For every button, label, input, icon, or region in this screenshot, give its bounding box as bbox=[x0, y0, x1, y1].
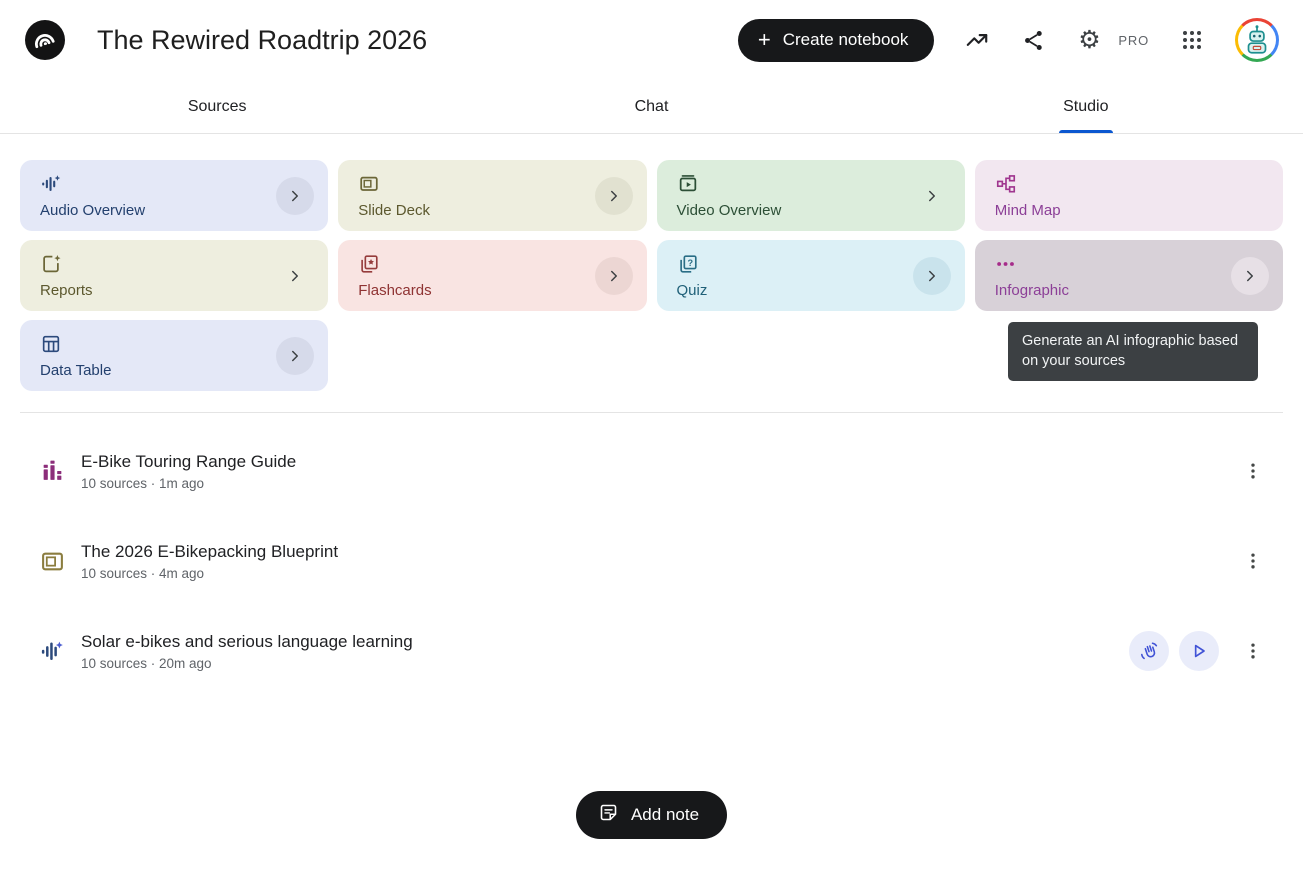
mind-map-icon bbox=[995, 173, 1061, 200]
main-tabs: Sources Chat Studio bbox=[0, 80, 1303, 134]
notebooklm-logo-icon[interactable] bbox=[25, 20, 65, 60]
note-icon bbox=[598, 802, 619, 828]
artifact-title[interactable]: E-Bike Touring Range Guide bbox=[81, 452, 296, 472]
artifact-meta: 10 sources · 4m ago bbox=[81, 566, 338, 581]
top-bar: The Rewired Roadtrip 2026 + Create noteb… bbox=[0, 0, 1303, 80]
bar-chart-icon bbox=[40, 459, 66, 484]
card-slide-deck[interactable]: Slide Deck bbox=[338, 160, 646, 231]
list-item-audio-overview[interactable]: Solar e-bikes and serious language learn… bbox=[40, 606, 1265, 696]
artifact-title[interactable]: Solar e-bikes and serious language learn… bbox=[81, 632, 413, 652]
play-icon[interactable] bbox=[1179, 631, 1219, 671]
card-audio-overview[interactable]: Audio Overview bbox=[20, 160, 328, 231]
notebook-title[interactable]: The Rewired Roadtrip 2026 bbox=[97, 25, 427, 56]
chevron-right-icon[interactable] bbox=[595, 177, 633, 215]
card-mind-map[interactable]: Mind Map bbox=[975, 160, 1283, 231]
add-note-label: Add note bbox=[631, 805, 699, 825]
chevron-right-icon[interactable] bbox=[276, 257, 314, 295]
audio-waveform-icon bbox=[40, 173, 145, 200]
card-label: Infographic bbox=[995, 282, 1069, 299]
footer: Add note bbox=[0, 791, 1303, 839]
chevron-right-icon[interactable] bbox=[276, 177, 314, 215]
tab-studio[interactable]: Studio bbox=[869, 80, 1303, 133]
card-quiz[interactable]: ? Quiz bbox=[657, 240, 965, 311]
report-doc-icon bbox=[40, 253, 93, 280]
quiz-cards-icon: ? bbox=[677, 253, 708, 280]
chevron-right-icon[interactable] bbox=[276, 337, 314, 375]
artifact-title[interactable]: The 2026 E-Bikepacking Blueprint bbox=[81, 542, 338, 562]
more-options-icon[interactable] bbox=[1241, 541, 1265, 581]
card-reports[interactable]: Reports bbox=[20, 240, 328, 311]
more-options-icon[interactable] bbox=[1241, 631, 1265, 671]
card-flashcards[interactable]: Flashcards bbox=[338, 240, 646, 311]
notebooklm-app: The Rewired Roadtrip 2026 + Create noteb… bbox=[0, 0, 1303, 887]
card-label: Audio Overview bbox=[40, 202, 145, 219]
card-label: Data Table bbox=[40, 362, 111, 379]
card-video-overview[interactable]: Video Overview bbox=[657, 160, 965, 231]
add-note-button[interactable]: Add note bbox=[576, 791, 727, 839]
more-options-icon[interactable] bbox=[1241, 451, 1265, 491]
chevron-right-icon[interactable] bbox=[913, 257, 951, 295]
apps-grid-icon[interactable] bbox=[1179, 27, 1205, 53]
plus-icon: + bbox=[758, 29, 771, 51]
artifact-meta: 10 sources · 20m ago bbox=[81, 656, 413, 671]
chevron-right-icon[interactable] bbox=[595, 257, 633, 295]
card-label: Mind Map bbox=[995, 202, 1061, 219]
list-item-infographic[interactable]: E-Bike Touring Range Guide 10 sources · … bbox=[40, 426, 1265, 516]
create-notebook-button[interactable]: + Create notebook bbox=[738, 19, 935, 62]
chevron-right-icon[interactable] bbox=[913, 177, 951, 215]
user-avatar[interactable] bbox=[1235, 18, 1279, 62]
interactive-mode-hand-icon[interactable] bbox=[1129, 631, 1169, 671]
card-label: Flashcards bbox=[358, 282, 431, 299]
data-table-icon bbox=[40, 333, 111, 360]
card-data-table[interactable]: Data Table bbox=[20, 320, 328, 391]
avatar-robot-image bbox=[1238, 21, 1276, 59]
svg-text:?: ? bbox=[687, 258, 693, 268]
audio-waveform-icon bbox=[40, 639, 66, 664]
card-label: Slide Deck bbox=[358, 202, 430, 219]
tab-sources[interactable]: Sources bbox=[0, 80, 434, 133]
video-overview-icon bbox=[677, 173, 782, 200]
slide-deck-icon bbox=[358, 173, 430, 200]
card-label: Video Overview bbox=[677, 202, 782, 219]
chevron-right-icon[interactable] bbox=[1231, 257, 1269, 295]
create-notebook-label: Create notebook bbox=[783, 30, 909, 50]
share-icon[interactable] bbox=[1020, 27, 1046, 53]
studio-artifact-list: E-Bike Touring Range Guide 10 sources · … bbox=[0, 413, 1303, 696]
card-label: Reports bbox=[40, 282, 93, 299]
analytics-trending-icon[interactable] bbox=[964, 27, 990, 53]
slide-deck-icon bbox=[40, 549, 66, 574]
settings-gear-icon[interactable]: ⚙ bbox=[1076, 27, 1102, 53]
list-item-slide-deck[interactable]: The 2026 E-Bikepacking Blueprint 10 sour… bbox=[40, 516, 1265, 606]
flashcards-icon bbox=[358, 253, 431, 280]
pro-badge: PRO bbox=[1118, 33, 1149, 48]
artifact-meta: 10 sources · 1m ago bbox=[81, 476, 296, 491]
card-infographic[interactable]: Infographic bbox=[975, 240, 1283, 311]
tab-chat[interactable]: Chat bbox=[434, 80, 868, 133]
ellipsis-icon bbox=[995, 253, 1069, 280]
card-label: Quiz bbox=[677, 282, 708, 299]
top-bar-actions: + Create notebook ⚙ PRO bbox=[738, 18, 1279, 62]
infographic-tooltip: Generate an AI infographic based on your… bbox=[1008, 322, 1258, 381]
